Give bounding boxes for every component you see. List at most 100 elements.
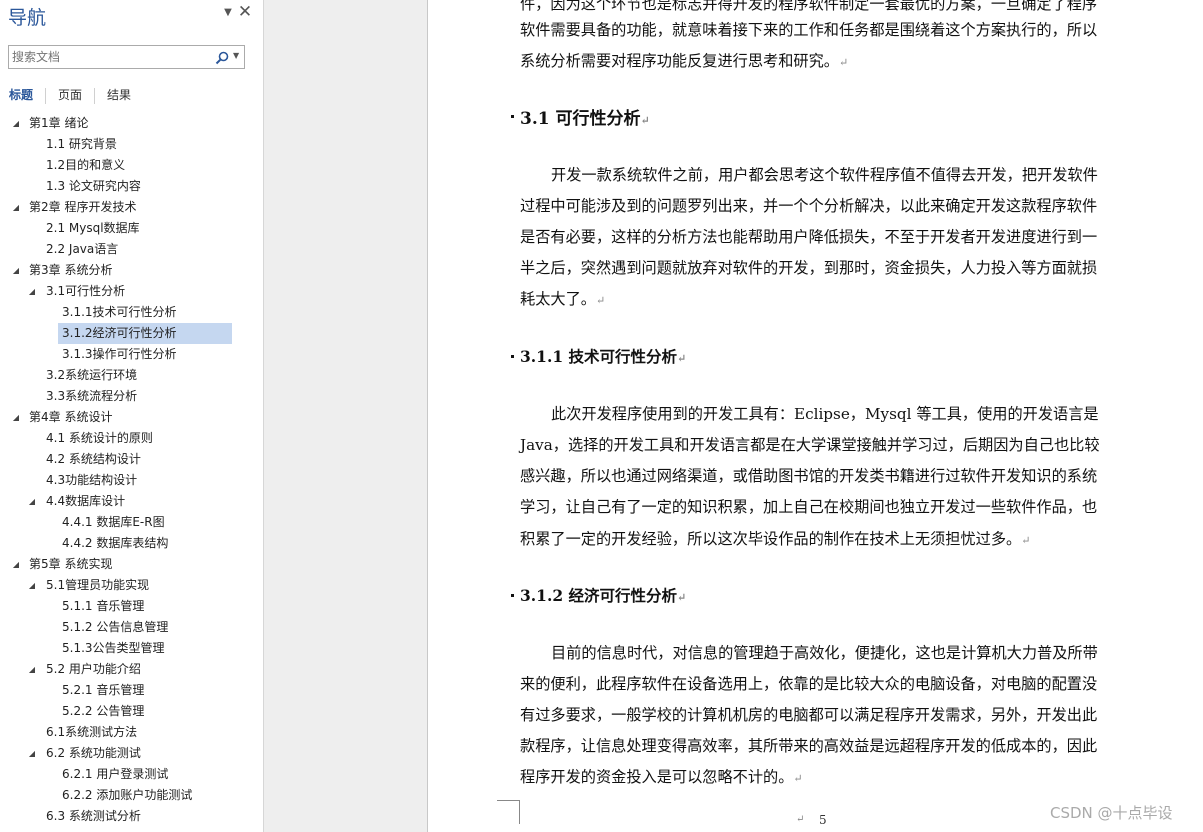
nav-tree-item[interactable]: 6.2 系统功能测试 <box>46 743 141 764</box>
nav-tree-item[interactable]: 5.1.3公告类型管理 <box>62 638 165 659</box>
nav-tree-item[interactable]: 4.4.1 数据库E-R图 <box>62 512 165 533</box>
body-line-text: 系统分析需要对程序功能反复进行思考和研究。 <box>520 52 839 70</box>
expand-arrow-icon[interactable]: ◢ <box>27 281 37 302</box>
body-line: 目前的信息时代，对信息的管理趋于高效化，便捷化，这也是计算机大力普及所带 <box>551 644 1098 662</box>
nav-tree-item[interactable]: 3.1.3操作可行性分析 <box>62 344 177 365</box>
search-input[interactable] <box>9 46 209 68</box>
expand-arrow-icon[interactable]: ◢ <box>27 743 37 764</box>
expand-arrow-icon[interactable]: ◢ <box>11 260 21 281</box>
body-line: 系统分析需要对程序功能反复进行思考和研究。↵ <box>520 49 848 71</box>
page-number: 5 <box>819 813 827 827</box>
nav-tree-item[interactable]: 4.4.2 数据库表结构 <box>62 533 168 554</box>
nav-tree-item[interactable]: 第3章 系统分析 <box>29 260 112 281</box>
body-line: 是否有必要，这样的分析方法也能帮助用户降低损失，不至于开发者开发进度进行到一 <box>520 228 1098 246</box>
nav-tree-item[interactable]: 3.3系统流程分析 <box>46 386 137 407</box>
paragraph-mark: ↵ <box>796 814 805 825</box>
body-line: 半之后，突然遇到问题就放弃对软件的开发，到那时，资金损失，人力投入等方面就损 <box>520 259 1098 277</box>
heading-bullet <box>511 355 514 358</box>
nav-tree-item[interactable]: 6.2.1 用户登录测试 <box>62 764 168 785</box>
nav-title: 导航 <box>8 7 47 29</box>
nav-tree-item[interactable]: 1.3 论文研究内容 <box>46 176 141 197</box>
heading-3-1: 3.1 可行性分析↵ <box>520 104 650 129</box>
paragraph-mark: ↵ <box>838 56 849 69</box>
nav-tree-item[interactable]: 3.1可行性分析 <box>46 281 125 302</box>
watermark: CSDN @十点毕设 <box>1050 804 1173 822</box>
body-line: 款程序，让信息处理变得高效率，其所带来的高效益是远超程序开发的低成本的，因此 <box>520 737 1098 755</box>
body-line: 过程中可能涉及到的问题罗列出来，并一个个分析解决，以此来确定开发这款程序软件 <box>520 197 1098 215</box>
page-margin-corner <box>519 800 520 824</box>
paragraph-mark: ↵ <box>640 114 650 127</box>
tab-divider <box>45 88 46 104</box>
nav-tree-item[interactable]: 第1章 绪论 <box>29 113 88 134</box>
search-options-caret-icon[interactable]: ▼ <box>233 51 239 60</box>
expand-arrow-icon[interactable]: ◢ <box>11 197 21 218</box>
nav-tree-item[interactable]: 3.2系统运行环境 <box>46 365 137 386</box>
body-line-text: 积累了一定的开发经验，所以这次毕设作品的制作在技术上无须担忧过多。 <box>520 530 1022 548</box>
nav-tree-item[interactable]: 5.2 用户功能介绍 <box>46 659 141 680</box>
paragraph-mark: ↵ <box>595 294 606 307</box>
body-line: Java，选择的开发工具和开发语言都是在大学课堂接触并学习过，后期因为自己也比较 <box>520 436 1100 454</box>
body-line: 程序开发的资金投入是可以忽略不计的。↵ <box>520 765 803 787</box>
search-box[interactable]: ▼ <box>8 45 245 69</box>
expand-arrow-icon[interactable]: ◢ <box>11 113 21 134</box>
tab-pages[interactable]: 页面 <box>58 86 82 104</box>
expand-arrow-icon[interactable]: ◢ <box>27 659 37 680</box>
paragraph-mark: ↵ <box>1021 534 1031 547</box>
nav-tree-item[interactable]: 4.1 系统设计的原则 <box>46 428 153 449</box>
body-line: 软件需要具备的功能，就意味着接下来的工作和任务都是围绕着这个方案执行的，所以 <box>520 21 1098 39</box>
heading-text: 3.1.1 技术可行性分析 <box>520 347 678 366</box>
expand-arrow-icon[interactable]: ◢ <box>11 407 21 428</box>
body-line-text: 程序开发的资金投入是可以忽略不计的。 <box>520 768 794 786</box>
nav-tree-item[interactable]: 4.2 系统结构设计 <box>46 449 141 470</box>
nav-tree-item[interactable]: 5.1.1 音乐管理 <box>62 596 144 617</box>
nav-tree-item[interactable]: 6.1系统测试方法 <box>46 722 137 743</box>
nav-tree-item[interactable]: 6.2.2 添加账户功能测试 <box>62 785 192 806</box>
heading-bullet <box>511 594 514 597</box>
heading-bullet <box>511 115 514 118</box>
nav-tree-item[interactable]: 第5章 系统实现 <box>29 554 112 575</box>
tab-headings[interactable]: 标题 <box>9 86 33 104</box>
body-line: 开发一款系统软件之前，用户都会思考这个软件程序值不值得去开发，把开发软件 <box>551 166 1098 184</box>
nav-tabs: 标题 页面 结果 <box>0 86 264 104</box>
body-line: 来的便利，此程序软件在设备选用上，依靠的是比较大众的电脑设备，对电脑的配置没 <box>520 675 1098 693</box>
nav-tree-item[interactable]: 4.3功能结构设计 <box>46 470 137 491</box>
body-line: 学习，让自己有了一定的知识积累，加上自己在校期间也独立开发过一些软件作品，也 <box>520 498 1098 516</box>
paragraph-mark: ↵ <box>793 772 803 785</box>
nav-tree-item[interactable]: 1.2目的和意义 <box>46 155 125 176</box>
nav-tree-item[interactable]: 5.1.2 公告信息管理 <box>62 617 168 638</box>
nav-tree-item[interactable]: 第4章 系统设计 <box>29 407 112 428</box>
nav-tree-item[interactable]: 2.1 Mysql数据库 <box>46 218 140 239</box>
nav-tree-item[interactable]: 6.3 系统测试分析 <box>46 806 141 827</box>
expand-arrow-icon[interactable]: ◢ <box>27 575 37 596</box>
nav-tree-item[interactable]: 3.1.1技术可行性分析 <box>62 302 177 323</box>
page-margin-corner <box>497 800 519 801</box>
paragraph-mark: ↵ <box>677 352 687 365</box>
body-line-text: 耗太大了。 <box>520 290 596 308</box>
body-line: 积累了一定的开发经验，所以这次毕设作品的制作在技术上无须担忧过多。↵ <box>520 527 1030 549</box>
navigation-pane: 导航 ▼ ✕ ▼ 标题 页面 结果 ◢ 第1章 绪论1.1 研究背景1.2目的和意… <box>0 0 264 832</box>
tab-divider <box>94 88 95 104</box>
body-line: 耗太大了。↵ <box>520 287 605 309</box>
body-line: 感兴趣，所以也通过网络渠道，或借助图书馆的开发类书籍进行过软件开发知识的系统 <box>520 467 1098 485</box>
heading-3-1-2: 3.1.2 经济可行性分析↵ <box>520 584 686 606</box>
body-line: 有过多要求，一般学校的计算机机房的电脑都可以满足程序开发需求，另外，开发出此 <box>520 706 1098 724</box>
nav-tree-item[interactable]: 5.2.1 音乐管理 <box>62 680 144 701</box>
paragraph-mark: ↵ <box>677 591 687 604</box>
body-line: 件，因为这个环节也是标志并得开发的程序软件制定一套最优的方案，一旦确定了程序 <box>520 0 1098 13</box>
heading-3-1-1: 3.1.1 技术可行性分析↵ <box>520 345 686 367</box>
expand-arrow-icon[interactable]: ◢ <box>11 554 21 575</box>
search-icon[interactable] <box>214 50 230 66</box>
nav-options-dropdown-icon[interactable]: ▼ <box>221 6 235 20</box>
heading-text: 3.1.2 经济可行性分析 <box>520 586 678 605</box>
nav-tree-item[interactable]: 第2章 程序开发技术 <box>29 197 136 218</box>
nav-tree-item[interactable]: 1.1 研究背景 <box>46 134 117 155</box>
nav-tree-item[interactable]: 3.1.2经济可行性分析 <box>58 323 232 344</box>
expand-arrow-icon[interactable]: ◢ <box>27 491 37 512</box>
nav-tree-item[interactable]: 5.2.2 公告管理 <box>62 701 144 722</box>
nav-tree-item[interactable]: 5.1管理员功能实现 <box>46 575 149 596</box>
nav-tree-item[interactable]: 2.2 Java语言 <box>46 239 118 260</box>
tab-results[interactable]: 结果 <box>107 86 131 104</box>
nav-close-icon[interactable]: ✕ <box>237 3 253 21</box>
heading-text: 3.1 可行性分析 <box>520 109 641 129</box>
nav-tree-item[interactable]: 4.4数据库设计 <box>46 491 125 512</box>
